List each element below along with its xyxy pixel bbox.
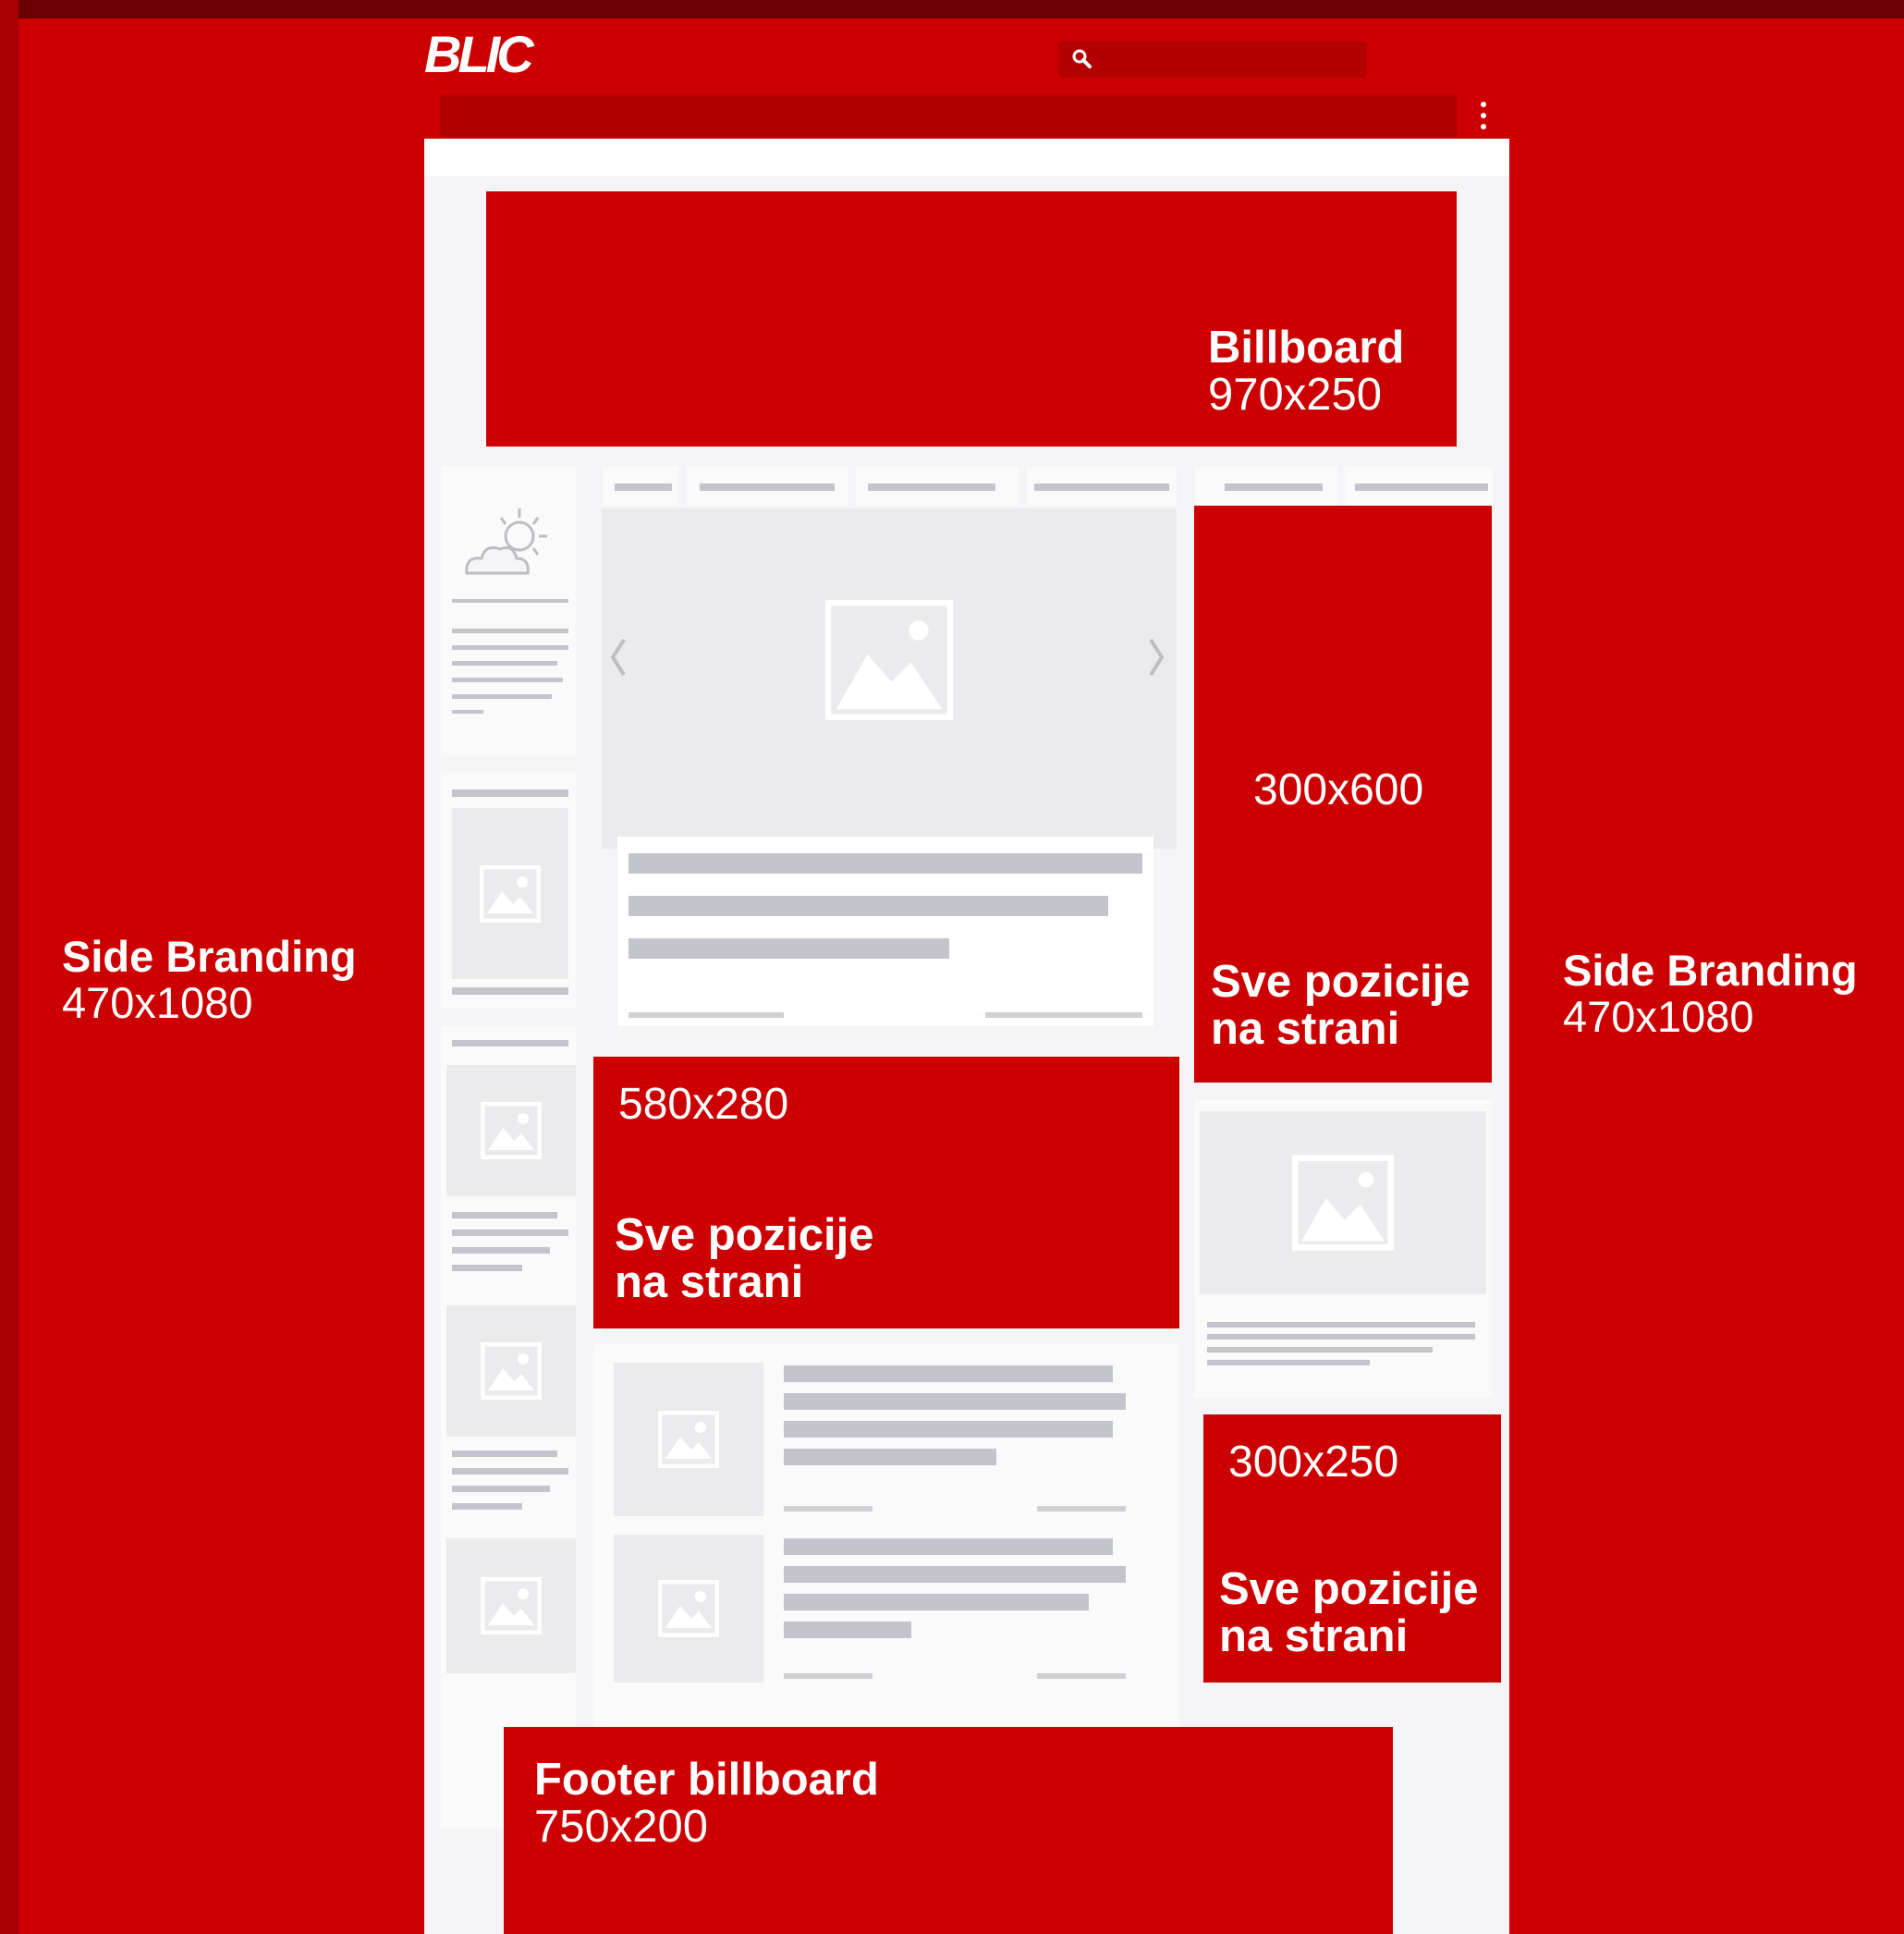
browser-top-strip	[0, 0, 1904, 18]
side-branding-right-size: 470x1080	[1563, 992, 1754, 1041]
main-nav-bar[interactable]	[440, 95, 1457, 137]
site-header: BLIC	[424, 18, 1509, 139]
right-card-image	[1200, 1111, 1486, 1294]
footer-billboard-title: Footer billboard	[534, 1755, 879, 1805]
tab-3[interactable]	[856, 467, 1019, 506]
side-branding-left[interactable]: Side Branding 470x1080	[18, 18, 424, 1934]
kebab-menu-icon[interactable]	[1474, 98, 1493, 135]
slider-caption[interactable]	[617, 837, 1153, 1026]
side-branding-right[interactable]: Side Branding 470x1080	[1509, 18, 1904, 1934]
inline-ad-note-line2: na strani	[615, 1257, 804, 1307]
half-page-ad-size: 300x600	[1253, 765, 1424, 814]
chevron-right-icon[interactable]	[1145, 636, 1167, 679]
left-list-image-3	[446, 1538, 576, 1673]
rectangle-ad-note-line2: na strani	[1219, 1611, 1409, 1661]
footer-billboard-size: 750x200	[534, 1802, 709, 1852]
right-news-card[interactable]	[1194, 1100, 1492, 1398]
search-input[interactable]	[1058, 41, 1367, 78]
content-area: Billboard 970x250 580x280 Sve pozicije n…	[424, 139, 1509, 1934]
chevron-left-icon[interactable]	[607, 636, 629, 679]
left-list-image-2	[446, 1305, 576, 1437]
image-placeholder-icon	[658, 1411, 719, 1468]
image-placeholder-icon	[481, 1342, 542, 1400]
rectangle-ad-size: 300x250	[1228, 1438, 1399, 1487]
side-branding-right-title: Side Branding	[1563, 946, 1858, 995]
billboard-ad[interactable]: Billboard 970x250	[486, 191, 1457, 447]
half-page-ad-300x600[interactable]: 300x600 Sve pozicije na strani	[1194, 506, 1492, 1083]
footer-billboard-ad[interactable]: Footer billboard 750x200	[504, 1727, 1393, 1934]
image-placeholder-icon	[480, 864, 541, 923]
left-edge-strip	[0, 0, 18, 1934]
news-item-1-image	[614, 1363, 763, 1516]
left-list-image-1	[446, 1065, 576, 1196]
inline-ad-note-line1: Sve pozicije	[615, 1210, 874, 1260]
featured-slider[interactable]	[602, 508, 1177, 849]
billboard-title: Billboard	[1208, 323, 1405, 373]
weather-widget[interactable]	[441, 467, 576, 755]
image-placeholder-icon	[658, 1580, 719, 1637]
tab-4[interactable]	[1027, 467, 1177, 506]
news-item-2-image	[614, 1535, 763, 1683]
right-tab-1[interactable]	[1195, 467, 1337, 506]
tab-2[interactable]	[687, 467, 848, 506]
half-page-ad-note-line1: Sve pozicije	[1211, 957, 1471, 1007]
left-news-card-1[interactable]	[441, 773, 576, 1009]
inline-ad-580x280[interactable]: 580x280 Sve pozicije na strani	[593, 1057, 1179, 1328]
right-tab-2[interactable]	[1345, 467, 1493, 506]
image-placeholder-icon	[824, 600, 954, 720]
content-top-strip	[424, 139, 1509, 176]
tab-1[interactable]	[603, 467, 678, 506]
side-branding-left-size: 470x1080	[62, 978, 253, 1027]
rectangle-ad-300x250[interactable]: 300x250 Sve pozicije na strani	[1203, 1414, 1501, 1683]
rectangle-ad-note-line1: Sve pozicije	[1219, 1564, 1479, 1614]
half-page-ad-note-line2: na strani	[1211, 1004, 1400, 1054]
weather-sun-cloud-icon	[465, 508, 547, 575]
image-placeholder-icon	[481, 1577, 542, 1634]
left-news-list[interactable]	[441, 1026, 576, 1829]
left-card-1-image	[452, 808, 568, 979]
search-icon	[1072, 49, 1092, 68]
image-placeholder-icon	[1292, 1155, 1394, 1251]
inline-ad-size: 580x280	[618, 1080, 789, 1129]
blic-logo[interactable]: BLIC	[424, 24, 534, 84]
side-branding-left-title: Side Branding	[62, 932, 357, 981]
news-item-1[interactable]	[593, 1344, 1179, 1516]
billboard-size: 970x250	[1208, 370, 1383, 420]
news-item-2[interactable]	[593, 1516, 1179, 1692]
image-placeholder-icon	[481, 1102, 542, 1159]
